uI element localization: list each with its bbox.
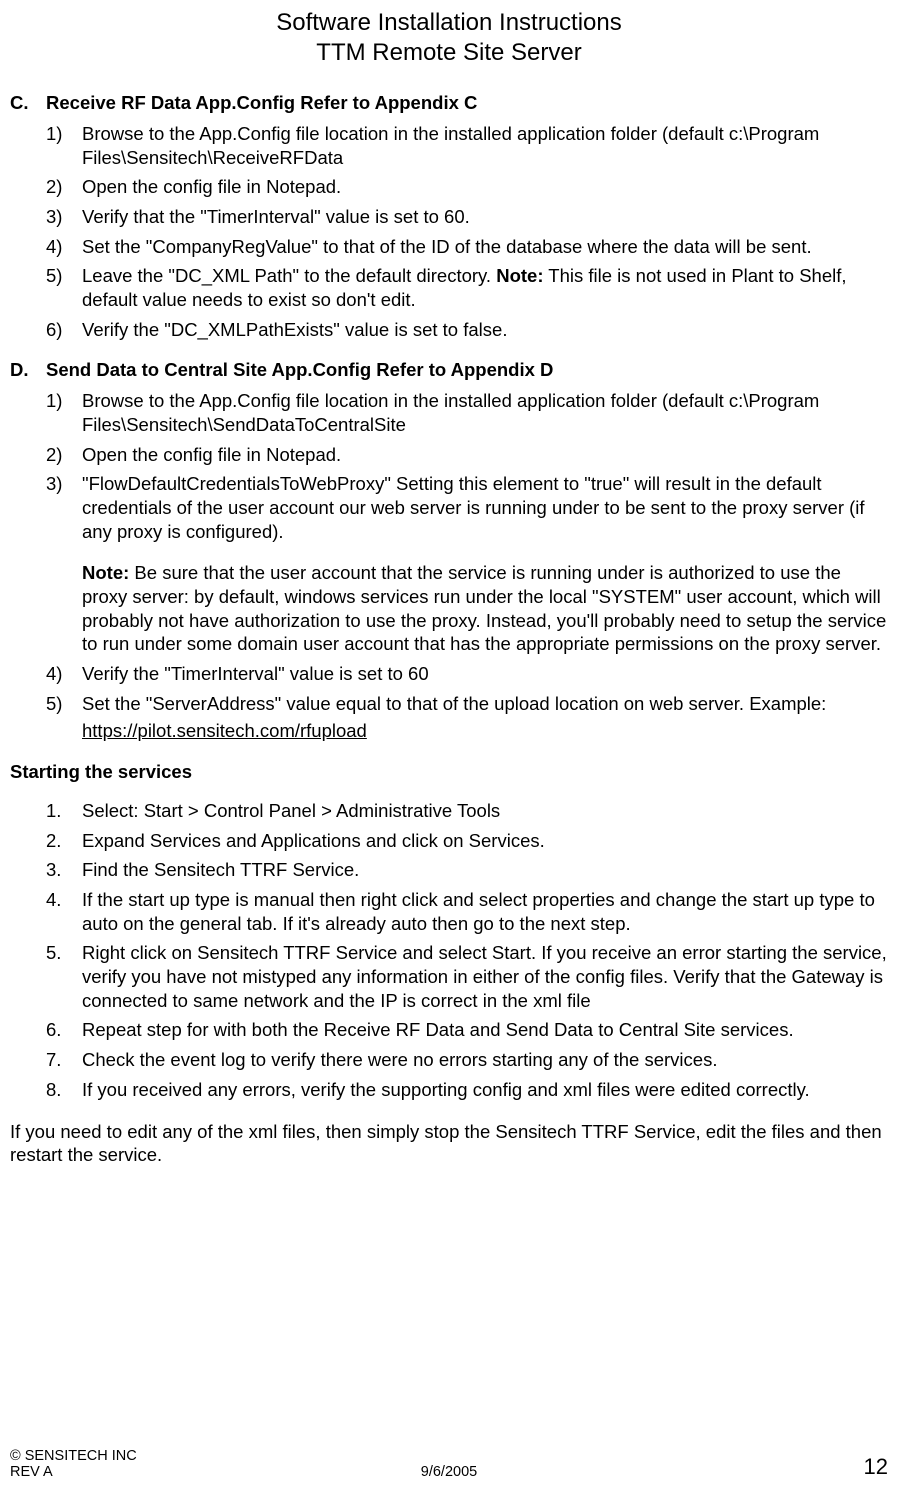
footer-copyright: © SENSITECH INC	[10, 1448, 137, 1464]
section-c-list: 1) Browse to the App.Config file locatio…	[46, 122, 888, 341]
list-item: 3) "FlowDefaultCredentialsToWebProxy" Se…	[46, 472, 888, 656]
section-d-label: D.	[10, 359, 46, 381]
list-item: 2) Open the config file in Notepad.	[46, 175, 888, 199]
section-d-heading: D.Send Data to Central Site App.Config R…	[10, 359, 888, 381]
section-c-heading: C.Receive RF Data App.Config Refer to Ap…	[10, 92, 888, 114]
note-block: Note: Be sure that the user account that…	[82, 561, 888, 656]
header-line-2: TTM Remote Site Server	[10, 38, 888, 68]
list-item: 3.Find the Sensitech TTRF Service.	[46, 858, 888, 882]
page-header: Software Installation Instructions TTM R…	[10, 8, 888, 68]
list-item: 2) Open the config file in Notepad.	[46, 443, 888, 467]
footer-revision: REV A	[10, 1464, 137, 1480]
list-item: 4.If the start up type is manual then ri…	[46, 888, 888, 935]
list-item: 2.Expand Services and Applications and c…	[46, 829, 888, 853]
list-item: 8.If you received any errors, verify the…	[46, 1078, 888, 1102]
list-item: 6) Verify the "DC_XMLPathExists" value i…	[46, 318, 888, 342]
header-line-1: Software Installation Instructions	[10, 8, 888, 38]
footer-date: 9/6/2005	[421, 1464, 477, 1480]
list-item: 4) Set the "CompanyRegValue" to that of …	[46, 235, 888, 259]
page-number: 12	[864, 1454, 888, 1480]
section-d-title: Send Data to Central Site App.Config Ref…	[46, 359, 553, 380]
section-c-label: C.	[10, 92, 46, 114]
list-item: 4) Verify the "TimerInterval" value is s…	[46, 662, 888, 686]
closing-paragraph: If you need to edit any of the xml files…	[10, 1120, 888, 1167]
list-item: 5) Set the "ServerAddress" value equal t…	[46, 692, 888, 743]
note-label: Note:	[496, 265, 543, 286]
starting-services-heading: Starting the services	[10, 761, 888, 783]
list-item: 1.Select: Start > Control Panel > Admini…	[46, 799, 888, 823]
example-link-line: https://pilot.sensitech.com/rfupload	[82, 719, 888, 743]
list-item: 5.Right click on Sensitech TTRF Service …	[46, 941, 888, 1012]
list-item: 7.Check the event log to verify there we…	[46, 1048, 888, 1072]
section-c-title: Receive RF Data App.Config Refer to Appe…	[46, 92, 477, 113]
list-item: 3) Verify that the "TimerInterval" value…	[46, 205, 888, 229]
list-item: 1) Browse to the App.Config file locatio…	[46, 122, 888, 169]
upload-url-link[interactable]: https://pilot.sensitech.com/rfupload	[82, 720, 367, 741]
page-footer: © SENSITECH INC REV A 9/6/2005 12	[10, 1448, 888, 1480]
section-d-list: 1) Browse to the App.Config file locatio…	[46, 389, 888, 743]
note-label: Note:	[82, 562, 129, 583]
starting-services-list: 1.Select: Start > Control Panel > Admini…	[46, 799, 888, 1101]
list-item: 6.Repeat step for with both the Receive …	[46, 1018, 888, 1042]
list-item: 1) Browse to the App.Config file locatio…	[46, 389, 888, 436]
list-item: 5) Leave the "DC_XML Path" to the defaul…	[46, 264, 888, 311]
